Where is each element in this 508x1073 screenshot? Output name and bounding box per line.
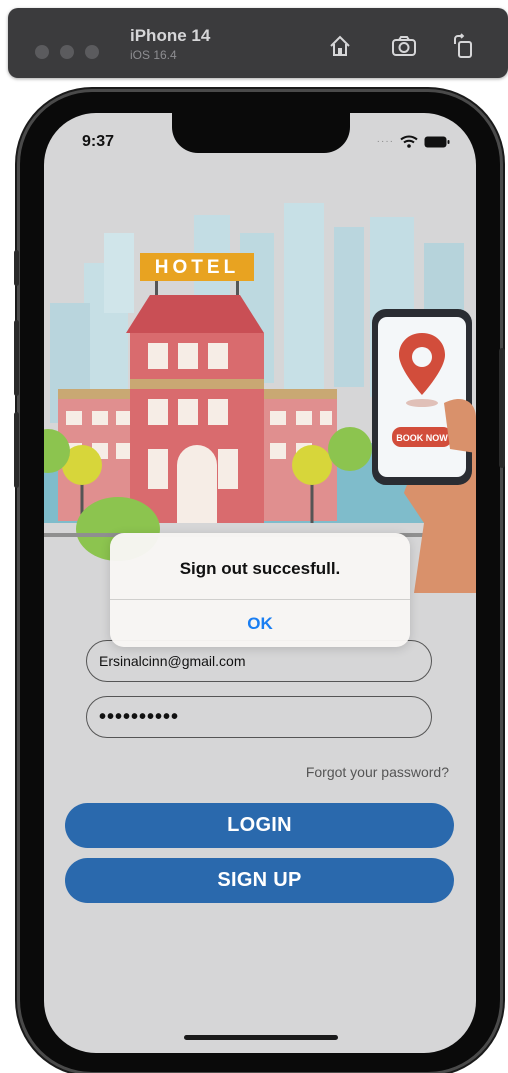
app-screen: 9:37 ···· HOTEL BOOK NOW Ersinalcinn@gma…	[44, 113, 476, 1053]
alert-ok-button[interactable]: OK	[110, 600, 410, 647]
book-now-text: BOOK NOW	[396, 433, 448, 443]
email-value: Ersinalcinn@gmail.com	[99, 653, 246, 669]
hotel-sign-text: HOTEL	[155, 257, 239, 278]
notch	[172, 113, 350, 153]
status-icons: ····	[377, 135, 450, 148]
login-button[interactable]: LOGIN	[65, 803, 454, 848]
signout-alert: Sign out succesfull. OK	[110, 533, 410, 647]
alert-message: Sign out succesfull.	[179, 559, 341, 578]
power-button	[499, 348, 505, 468]
simulator-toolbar: iPhone 14 iOS 16.4	[8, 8, 508, 78]
mute-switch	[14, 250, 19, 286]
zoom-window-button[interactable]	[85, 45, 99, 59]
device-name: iPhone 14	[130, 26, 211, 45]
signup-button[interactable]: SIGN UP	[65, 858, 454, 903]
os-version: iOS 16.4	[130, 48, 177, 62]
wifi-icon	[400, 135, 418, 148]
rotate-icon[interactable]	[450, 32, 478, 60]
home-indicator	[184, 1035, 338, 1040]
volume-up-button	[14, 320, 19, 396]
close-window-button[interactable]	[35, 45, 49, 59]
signal-dots-icon: ····	[376, 136, 394, 147]
forgot-password-link[interactable]: Forgot your password?	[306, 764, 449, 780]
minimize-window-button[interactable]	[60, 45, 74, 59]
volume-down-button	[14, 412, 19, 488]
password-field[interactable]: ••••••••••	[86, 696, 432, 738]
status-time: 9:37	[82, 133, 115, 150]
battery-icon	[424, 136, 450, 147]
home-icon[interactable]	[326, 32, 354, 60]
password-value: ••••••••••	[99, 705, 180, 728]
screenshot-icon[interactable]	[390, 32, 418, 60]
